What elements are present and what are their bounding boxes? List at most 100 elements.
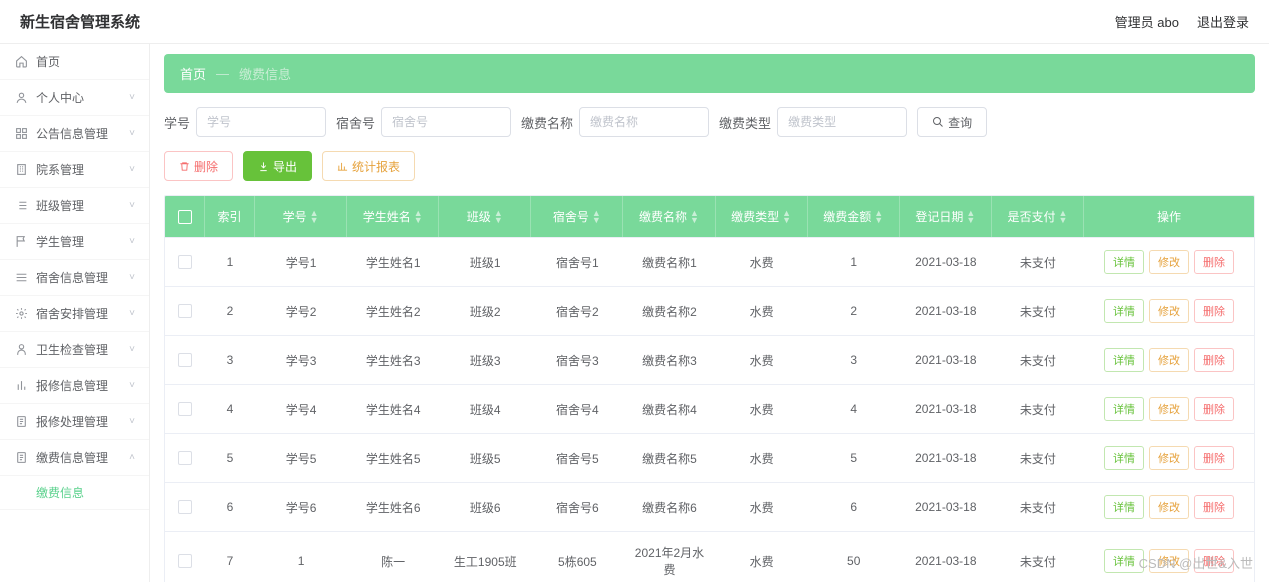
- detail-button[interactable]: 详情: [1104, 348, 1144, 372]
- chevron-down-icon: ˅: [129, 200, 135, 211]
- sidebar-item-11[interactable]: 缴费信息管理˄: [0, 440, 149, 476]
- detail-button[interactable]: 详情: [1104, 250, 1144, 274]
- checkbox-icon[interactable]: [178, 353, 192, 367]
- delete-button[interactable]: 删除: [164, 151, 233, 181]
- search-group-0: 学号: [164, 107, 326, 137]
- sidebar-item-7[interactable]: 宿舍安排管理˅: [0, 296, 149, 332]
- row-delete-button[interactable]: 删除: [1194, 250, 1234, 274]
- column-header[interactable]: 班级▲▼: [439, 196, 531, 237]
- detail-button[interactable]: 详情: [1104, 397, 1144, 421]
- chevron-down-icon: ˅: [129, 92, 135, 103]
- sort-icon[interactable]: ▲▼: [690, 210, 699, 224]
- column-header[interactable]: 学号▲▼: [255, 196, 347, 237]
- sort-icon[interactable]: ▲▼: [874, 210, 883, 224]
- sidebar-item-label: 学生管理: [36, 233, 84, 250]
- sort-icon[interactable]: ▲▼: [414, 210, 423, 224]
- chevron-down-icon: ˅: [129, 128, 135, 139]
- breadcrumb-home[interactable]: 首页: [180, 64, 206, 83]
- column-header[interactable]: 宿舍号▲▼: [531, 196, 623, 237]
- sort-icon[interactable]: ▲▼: [592, 210, 601, 224]
- sort-icon[interactable]: ▲▼: [310, 210, 319, 224]
- submenu-item[interactable]: 缴费信息: [0, 476, 149, 510]
- chevron-down-icon: ˅: [129, 308, 135, 319]
- edit-button[interactable]: 修改: [1149, 348, 1189, 372]
- detail-button[interactable]: 详情: [1104, 299, 1144, 323]
- sort-icon[interactable]: ▲▼: [966, 210, 975, 224]
- rows-icon: [14, 271, 28, 285]
- column-header[interactable]: 缴费类型▲▼: [716, 196, 808, 237]
- header-checkbox[interactable]: [165, 196, 205, 237]
- row-checkbox[interactable]: [165, 336, 205, 384]
- sidebar-item-5[interactable]: 学生管理˅: [0, 224, 149, 260]
- action-row: 删除 导出 统计报表: [164, 151, 1255, 181]
- row-checkbox[interactable]: [165, 385, 205, 433]
- column-header[interactable]: 登记日期▲▼: [900, 196, 992, 237]
- sort-icon[interactable]: ▲▼: [494, 210, 503, 224]
- column-header[interactable]: 是否支付▲▼: [992, 196, 1084, 237]
- row-checkbox[interactable]: [165, 434, 205, 482]
- main-content: 首页 — 缴费信息 学号宿舍号缴费名称缴费类型 查询 删除 导出 统计报表: [150, 44, 1269, 582]
- cell-ops: 详情修改删除: [1084, 483, 1254, 531]
- search-input-3[interactable]: [777, 107, 907, 137]
- column-header[interactable]: 缴费名称▲▼: [623, 196, 715, 237]
- sidebar-item-6[interactable]: 宿舍信息管理˅: [0, 260, 149, 296]
- edit-button[interactable]: 修改: [1149, 446, 1189, 470]
- sidebar-item-label: 宿舍信息管理: [36, 269, 108, 286]
- sort-icon[interactable]: ▲▼: [782, 210, 791, 224]
- edit-button[interactable]: 修改: [1149, 397, 1189, 421]
- column-header[interactable]: 学生姓名▲▼: [347, 196, 439, 237]
- row-checkbox[interactable]: [165, 287, 205, 335]
- sidebar-item-10[interactable]: 报修处理管理˅: [0, 404, 149, 440]
- cell-feetype: 水费: [716, 532, 808, 582]
- row-checkbox[interactable]: [165, 483, 205, 531]
- sort-icon[interactable]: ▲▼: [1058, 210, 1067, 224]
- checkbox-icon[interactable]: [178, 304, 192, 318]
- sidebar-item-2[interactable]: 公告信息管理˅: [0, 116, 149, 152]
- search-input-2[interactable]: [579, 107, 709, 137]
- cell-date: 2021-03-18: [900, 385, 992, 433]
- checkbox-icon[interactable]: [178, 554, 192, 568]
- stats-label: 统计报表: [352, 158, 400, 175]
- checkbox-icon[interactable]: [178, 402, 192, 416]
- export-button[interactable]: 导出: [243, 151, 312, 181]
- checkbox-icon[interactable]: [178, 451, 192, 465]
- query-button[interactable]: 查询: [917, 107, 987, 137]
- checkbox-icon[interactable]: [178, 210, 192, 224]
- search-label: 学号: [164, 113, 190, 132]
- checkbox-icon[interactable]: [178, 500, 192, 514]
- sidebar-item-8[interactable]: 卫生检查管理˅: [0, 332, 149, 368]
- row-checkbox[interactable]: [165, 238, 205, 286]
- sidebar-item-4[interactable]: 班级管理˅: [0, 188, 149, 224]
- row-checkbox[interactable]: [165, 532, 205, 582]
- search-input-1[interactable]: [381, 107, 511, 137]
- column-header[interactable]: 操作: [1084, 196, 1254, 237]
- admin-label[interactable]: 管理员 abo: [1115, 12, 1179, 31]
- row-delete-button[interactable]: 删除: [1194, 495, 1234, 519]
- stats-button[interactable]: 统计报表: [322, 151, 415, 181]
- edit-button[interactable]: 修改: [1149, 299, 1189, 323]
- row-delete-button[interactable]: 删除: [1194, 397, 1234, 421]
- row-delete-button[interactable]: 删除: [1194, 299, 1234, 323]
- edit-button[interactable]: 修改: [1149, 495, 1189, 519]
- table-row: 3学号3学生姓名3班级3宿舍号3缴费名称3水费32021-03-18未支付详情修…: [165, 335, 1254, 384]
- header-label: 学生姓名: [363, 208, 411, 225]
- column-header[interactable]: 索引: [205, 196, 255, 237]
- edit-button[interactable]: 修改: [1149, 250, 1189, 274]
- detail-button[interactable]: 详情: [1104, 495, 1144, 519]
- cell-dorm: 宿舍号4: [531, 385, 623, 433]
- row-delete-button[interactable]: 删除: [1194, 446, 1234, 470]
- sidebar-item-1[interactable]: 个人中心˅: [0, 80, 149, 116]
- row-delete-button[interactable]: 删除: [1194, 348, 1234, 372]
- sidebar-item-0[interactable]: 首页: [0, 44, 149, 80]
- cell-class: 班级3: [439, 336, 531, 384]
- sidebar-item-3[interactable]: 院系管理˅: [0, 152, 149, 188]
- detail-button[interactable]: 详情: [1104, 446, 1144, 470]
- sidebar-item-9[interactable]: 报修信息管理˅: [0, 368, 149, 404]
- cell-class: 班级6: [439, 483, 531, 531]
- column-header[interactable]: 缴费金额▲▼: [808, 196, 900, 237]
- sidebar-item-label: 报修处理管理: [36, 413, 108, 430]
- logout-link[interactable]: 退出登录: [1197, 12, 1249, 31]
- checkbox-icon[interactable]: [178, 255, 192, 269]
- query-label: 查询: [948, 114, 972, 131]
- search-input-0[interactable]: [196, 107, 326, 137]
